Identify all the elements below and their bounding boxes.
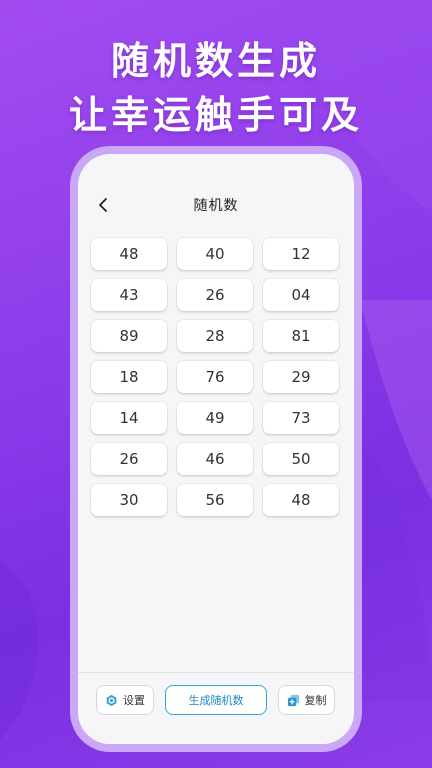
bottom-toolbar: 设置 生成随机数 复制 [78,672,354,744]
number-cell: 81 [263,320,339,352]
random-number-grid: 48 40 12 43 26 04 89 28 81 18 76 29 14 4… [91,238,341,516]
number-cell: 89 [91,320,167,352]
number-cell: 56 [177,484,253,516]
number-cell: 26 [91,443,167,475]
number-cell: 12 [263,238,339,270]
copy-button[interactable]: 复制 [278,685,335,715]
copy-icon [287,694,299,706]
copy-label: 复制 [304,694,327,707]
app-screen: 随机数 48 40 12 43 26 04 89 28 81 18 76 29 … [78,154,354,744]
gear-hexagon-icon [106,694,117,706]
promo-headline-line2: 让幸运触手可及 [68,93,363,137]
settings-label: 设置 [123,694,145,707]
phone-mockup: 随机数 48 40 12 43 26 04 89 28 81 18 76 29 … [70,146,362,752]
number-cell: 14 [91,402,167,434]
settings-button[interactable]: 设置 [96,685,154,715]
number-cell: 49 [177,402,253,434]
promo-headline-line1: 随机数生成 [110,39,321,83]
number-cell: 40 [177,238,253,270]
number-cell: 29 [263,361,339,393]
number-cell: 50 [263,443,339,475]
number-cell: 04 [263,279,339,311]
number-cell: 48 [91,238,167,270]
number-cell: 26 [177,279,253,311]
page-title: 随机数 [193,198,239,214]
generate-button[interactable]: 生成随机数 [165,685,267,715]
number-cell: 18 [91,361,167,393]
generate-label: 生成随机数 [188,694,244,707]
navigation-bar: 随机数 [78,190,354,220]
number-cell: 43 [91,279,167,311]
number-cell: 30 [91,484,167,516]
number-cell: 76 [177,361,253,393]
number-cell: 73 [263,402,339,434]
number-cell: 46 [177,443,253,475]
number-cell: 48 [263,484,339,516]
number-cell: 28 [177,320,253,352]
